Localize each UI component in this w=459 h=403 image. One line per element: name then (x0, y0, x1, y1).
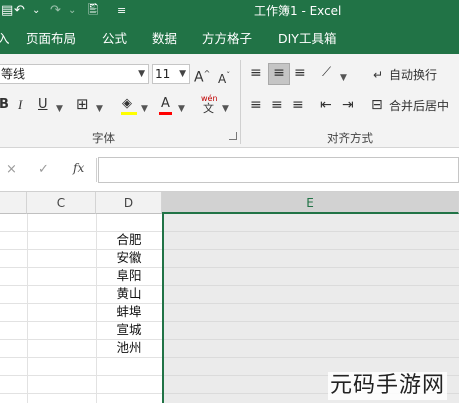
redo-icon[interactable]: ↷ (50, 2, 61, 20)
font-color-dropdown-icon[interactable]: ▼ (178, 100, 185, 118)
cell-d3[interactable]: 安徽 (96, 249, 162, 267)
cell-d4[interactable]: 阜阳 (96, 267, 162, 285)
orientation-icon[interactable]: ⟋ (322, 64, 331, 82)
italic-button[interactable]: I (18, 96, 22, 114)
cell-d8[interactable]: 池州 (96, 339, 162, 357)
formula-bar: × ✓ fx (0, 148, 459, 192)
redo-dropdown-icon[interactable]: ⌄ (68, 2, 76, 20)
font-name-value: 等线 (1, 67, 26, 81)
font-size-select[interactable]: 11 ▼ (152, 64, 190, 84)
merge-center-icon[interactable]: ⊟ (371, 96, 383, 114)
decrease-indent-icon[interactable]: ⇤ (320, 96, 332, 114)
print-preview-icon[interactable]: 🖺 (88, 2, 98, 20)
window-title: 工作簿1 - Excel (254, 4, 342, 18)
tab-fangfang[interactable]: 方方格子 (202, 30, 252, 48)
align-top-icon[interactable]: ≡ (250, 64, 262, 82)
ribbon: 等线 ▼ 11 ▼ A^ Aˇ B I U ▼ ⊞ ▼ ◈ ▼ A ▼ wén … (0, 54, 459, 148)
column-header-c[interactable]: C (27, 192, 96, 214)
save-icon[interactable]: ▤ (1, 2, 13, 20)
increase-font-label: A (194, 69, 204, 86)
customize-toolbar-icon[interactable]: ≡ (117, 2, 126, 20)
align-left-icon[interactable]: ≡ (250, 96, 262, 114)
column-header-d[interactable]: D (96, 192, 162, 214)
tab-formulas[interactable]: 公式 (102, 30, 127, 48)
cell-d5[interactable]: 黄山 (96, 285, 162, 303)
fill-dropdown-icon[interactable]: ▼ (141, 100, 148, 118)
borders-dropdown-icon[interactable]: ▼ (96, 100, 103, 118)
tab-data[interactable]: 数据 (152, 30, 177, 48)
align-right-icon[interactable]: ≡ (292, 96, 304, 114)
align-center-icon[interactable]: ≡ (271, 96, 283, 114)
wrap-text-icon[interactable]: ↵ (373, 66, 383, 84)
font-color-swatch (159, 112, 172, 115)
cancel-icon[interactable]: × (6, 162, 17, 178)
cell-d6[interactable]: 蚌埠 (96, 303, 162, 321)
column-header-e[interactable]: E (162, 192, 459, 214)
undo-icon[interactable]: ↶ (14, 2, 25, 20)
fill-color-swatch (121, 112, 137, 115)
underline-button[interactable]: U (38, 96, 48, 114)
underline-dropdown-icon[interactable]: ▼ (56, 100, 63, 118)
font-size-value: 11 (155, 67, 171, 81)
decrease-font-button[interactable]: Aˇ (218, 67, 230, 88)
grid-line (27, 214, 28, 403)
align-bottom-icon[interactable]: ≡ (294, 64, 306, 82)
tab-diy-toolbox[interactable]: DIY工具箱 (278, 30, 336, 48)
increase-font-button[interactable]: A^ (194, 65, 210, 87)
decrease-font-label: A (218, 72, 227, 86)
borders-icon[interactable]: ⊞ (76, 95, 89, 113)
increase-indent-icon[interactable]: ⇥ (342, 96, 354, 114)
bold-button[interactable]: B (0, 96, 9, 114)
undo-dropdown-icon[interactable]: ⌄ (32, 2, 40, 20)
font-dialog-launcher-icon[interactable] (229, 132, 237, 140)
cell-d7[interactable]: 宣城 (96, 321, 162, 339)
alignment-group-label: 对齐方式 (327, 131, 373, 145)
group-divider (240, 60, 241, 144)
cell-d2[interactable]: 合肥 (96, 231, 162, 249)
column-header-b[interactable] (0, 192, 27, 214)
insert-function-icon[interactable]: fx (73, 161, 84, 175)
tab-partial[interactable]: 入 (0, 30, 10, 48)
phonetic-dropdown-icon[interactable]: ▼ (222, 100, 229, 118)
orientation-dropdown-icon[interactable]: ▼ (340, 69, 347, 87)
font-color-button[interactable]: A (161, 95, 170, 113)
formula-input[interactable] (98, 157, 459, 183)
merge-center-button[interactable]: 合并后居中 (389, 97, 449, 115)
align-middle-icon[interactable]: ≡ (268, 63, 290, 85)
chevron-down-icon: ▼ (179, 69, 186, 79)
ribbon-tabs: 入 页面布局 公式 数据 方方格子 DIY工具箱 (0, 22, 459, 54)
watermark-text: 元码手游网 (328, 372, 448, 400)
formula-divider (96, 158, 97, 182)
phonetic-glyph: 文 (203, 102, 214, 115)
tab-page-layout[interactable]: 页面布局 (26, 30, 76, 48)
fill-color-icon[interactable]: ◈ (122, 95, 132, 113)
enter-icon[interactable]: ✓ (38, 162, 49, 178)
font-group-label: 字体 (92, 131, 115, 145)
wrap-text-button[interactable]: 自动换行 (389, 66, 437, 84)
font-name-select[interactable]: 等线 ▼ (0, 64, 149, 84)
title-bar: ▤ ↶ ⌄ ↷ ⌄ 🖺 ≡ 工作簿1 - Excel (0, 0, 459, 22)
chevron-down-icon: ▼ (138, 69, 145, 79)
